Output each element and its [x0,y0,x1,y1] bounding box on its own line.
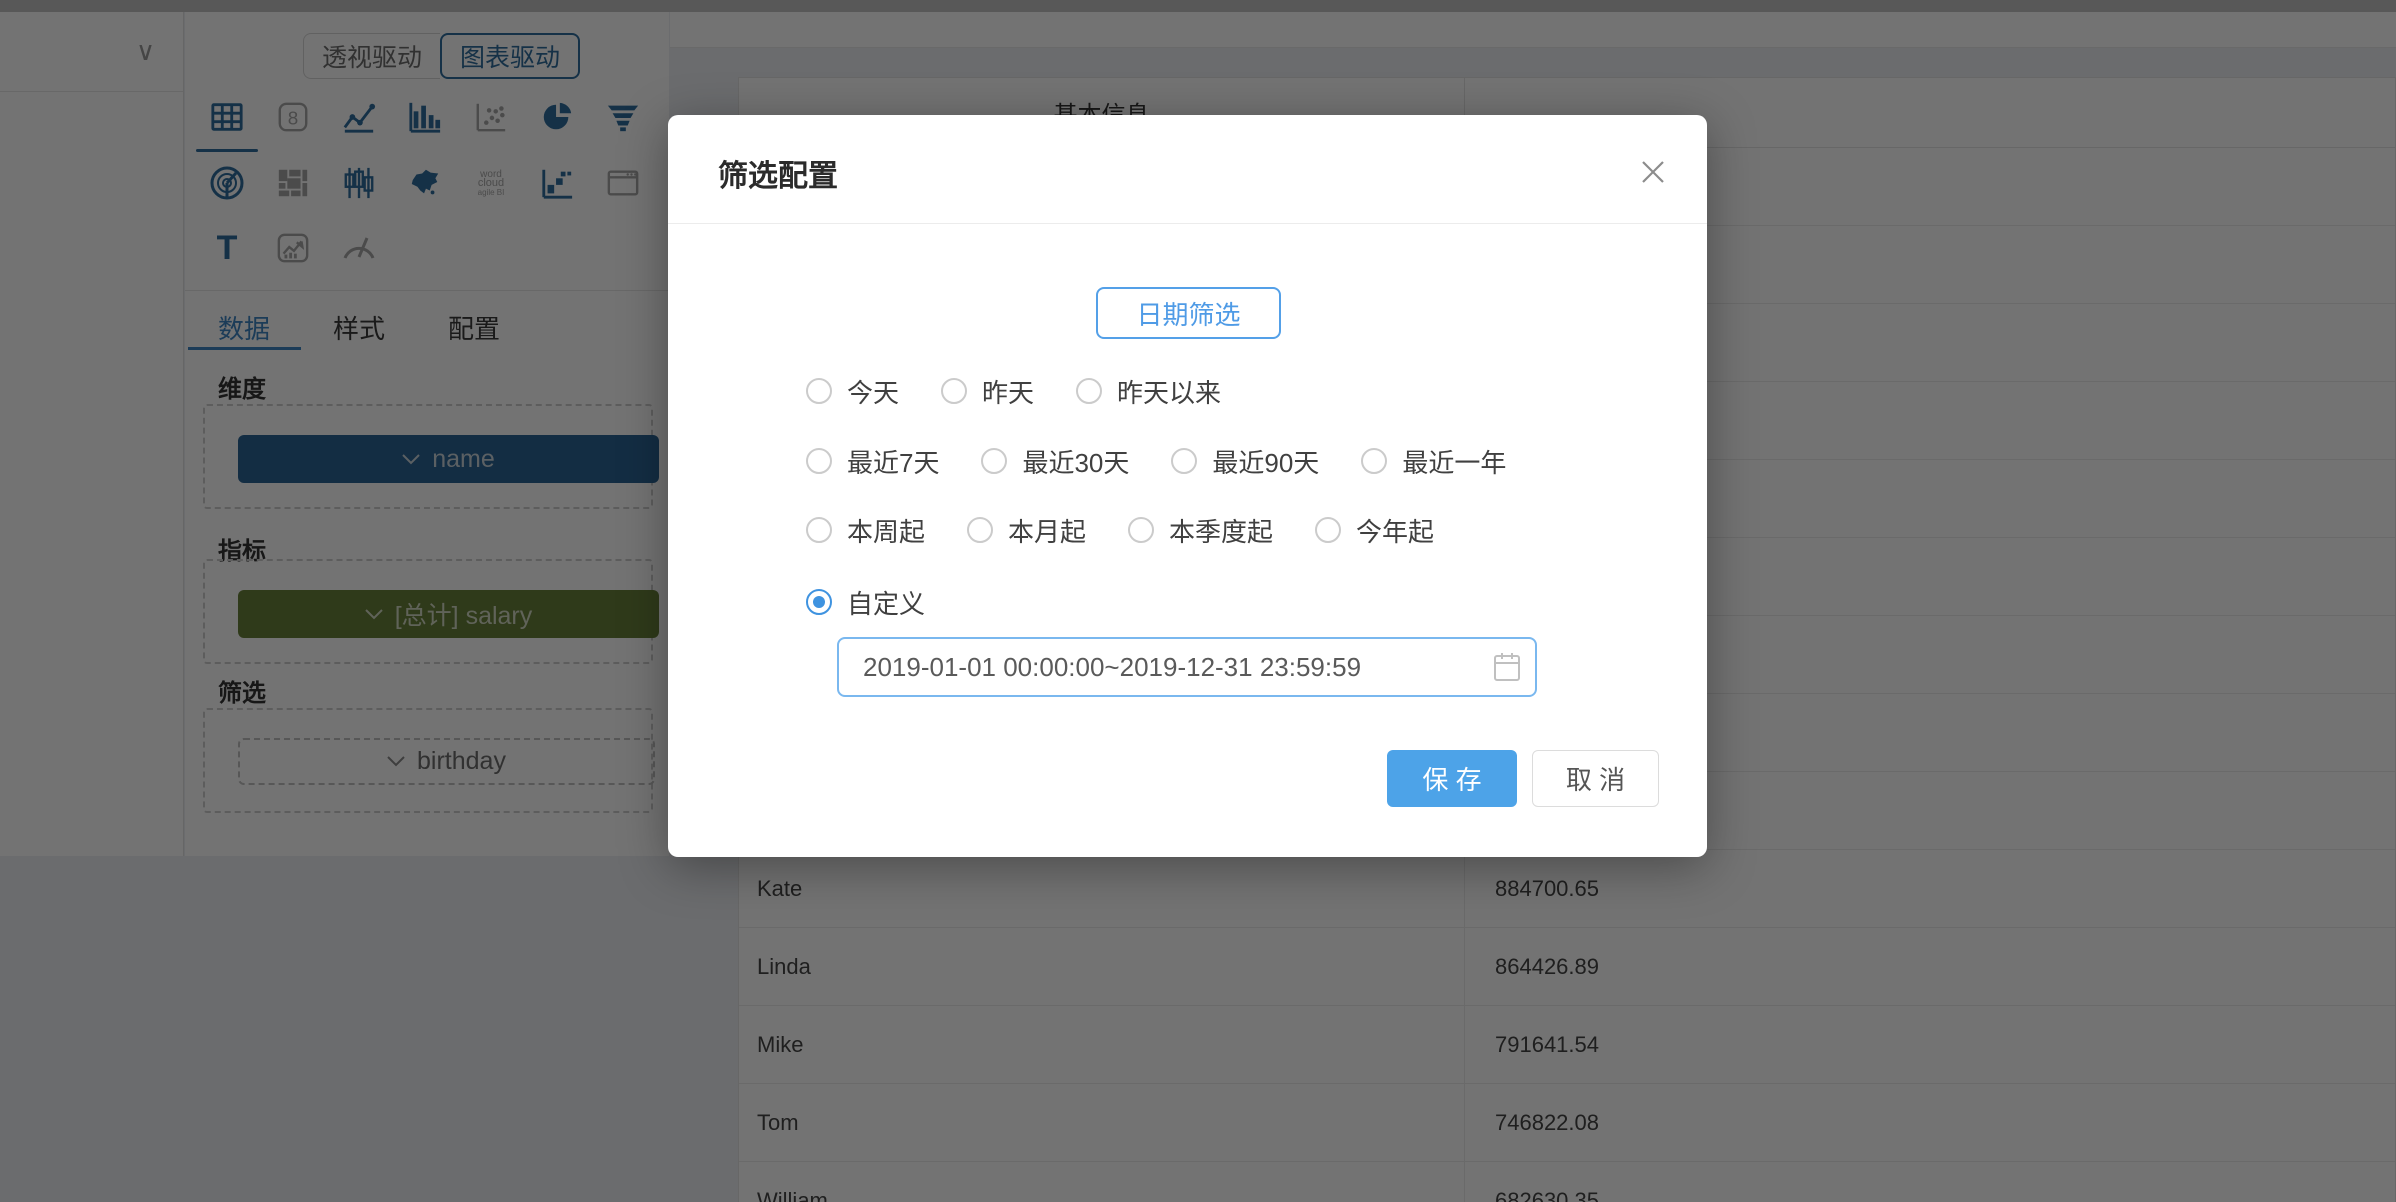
radio-option-yesterday[interactable]: 昨天 [941,373,1034,410]
radio-row-custom: 自定义 [806,585,925,619]
radio-label: 最近90天 [1212,443,1319,480]
modal-title: 筛选配置 [718,151,838,195]
radio-icon[interactable] [1315,517,1341,543]
radio-option-last-90-days[interactable]: 最近90天 [1171,443,1319,480]
radio-option-last-year[interactable]: 最近一年 [1361,443,1506,480]
close-icon[interactable] [1636,155,1670,189]
radio-option-last-30-days[interactable]: 最近30天 [981,443,1129,480]
save-button[interactable]: 保 存 [1387,750,1517,807]
radio-icon[interactable] [967,517,993,543]
radio-option-today[interactable]: 今天 [806,373,899,410]
radio-option-month-to-date[interactable]: 本月起 [967,512,1086,549]
radio-icon[interactable] [1076,378,1102,404]
modal-header-divider [668,223,1707,224]
radio-label: 今年起 [1356,512,1434,549]
radio-option-since-yesterday[interactable]: 昨天以来 [1076,373,1221,410]
radio-label: 本月起 [1008,512,1086,549]
radio-label: 今天 [847,373,899,410]
radio-icon[interactable] [1128,517,1154,543]
cancel-button[interactable]: 取 消 [1532,750,1659,807]
radio-option-custom[interactable]: 自定义 [806,584,925,621]
radio-label: 自定义 [847,584,925,621]
radio-option-year-to-date[interactable]: 今年起 [1315,512,1434,549]
date-range-input[interactable] [837,637,1537,697]
radio-row-3: 本周起 本月起 本季度起 今年起 [806,513,1434,547]
radio-label: 最近一年 [1402,443,1506,480]
radio-label: 昨天 [982,373,1034,410]
radio-label: 本季度起 [1169,512,1273,549]
radio-icon[interactable] [941,378,967,404]
radio-icon[interactable] [806,448,832,474]
date-range-input-wrap [837,637,1537,697]
radio-option-last-7-days[interactable]: 最近7天 [806,443,939,480]
radio-label: 最近30天 [1022,443,1129,480]
radio-checked-icon[interactable] [806,589,832,615]
radio-label: 最近7天 [847,443,939,480]
radio-row-2: 最近7天 最近30天 最近90天 最近一年 [806,444,1506,478]
date-filter-button[interactable]: 日期筛选 [1096,287,1281,339]
radio-icon[interactable] [1361,448,1387,474]
radio-icon[interactable] [806,517,832,543]
radio-icon[interactable] [981,448,1007,474]
radio-icon[interactable] [806,378,832,404]
calendar-icon[interactable] [1493,652,1521,687]
radio-row-1: 今天 昨天 昨天以来 [806,374,1221,408]
radio-label: 本周起 [847,512,925,549]
filter-config-modal: 筛选配置 日期筛选 今天 昨天 昨天以来 最近7天 最近30天 最近90天 最近… [668,115,1707,857]
radio-option-quarter-to-date[interactable]: 本季度起 [1128,512,1273,549]
radio-option-week-to-date[interactable]: 本周起 [806,512,925,549]
radio-label: 昨天以来 [1117,373,1221,410]
radio-icon[interactable] [1171,448,1197,474]
app-root: ∨ 透视驱动 图表驱动 8 [0,0,2396,1202]
